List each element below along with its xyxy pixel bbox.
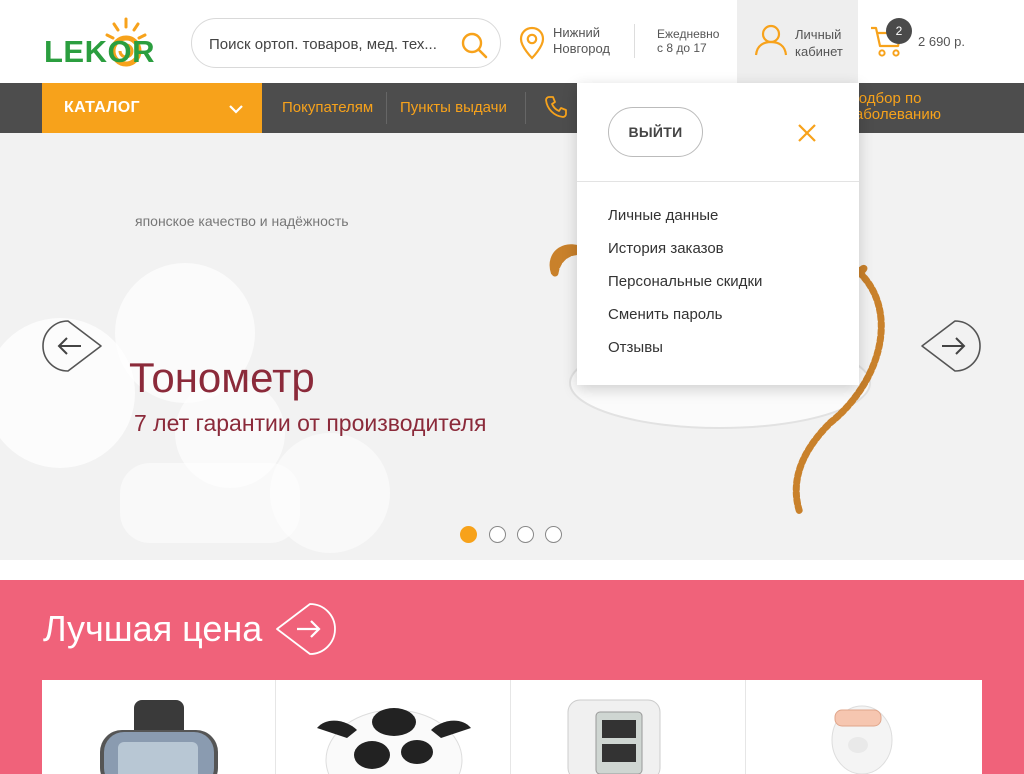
hero-slider: японское качество и надёжность Тонометр … [0,133,1024,560]
account-line-1: Личный [795,27,842,42]
product-card[interactable] [277,680,511,774]
slider-dot-2[interactable] [489,526,506,543]
product-image-massager [831,705,893,774]
nav-link-disease-selection[interactable]: Подбор по заболеванию [848,91,958,123]
catalog-label: КАТАЛОГ [64,99,140,116]
menu-item-change-password[interactable]: Сменить пароль [608,306,762,339]
close-icon[interactable] [795,121,819,145]
product-list [42,680,982,774]
selection-line-1: Подбор по [848,90,922,107]
slide-subtitle: 7 лет гарантии от производителя [134,410,487,436]
logo-text: LEKOR [44,34,155,69]
map-pin-icon [519,26,545,60]
city-line-2: Новгород [553,41,610,56]
search-input[interactable] [209,33,449,55]
arrow-right-icon[interactable] [920,319,982,373]
product-image-watch [100,700,218,774]
slider-dot-1[interactable] [460,526,477,543]
hours-line-1: Ежедневно [657,27,720,41]
product-image-cow-toy [317,708,471,774]
account-button[interactable]: Личный кабинет [737,0,858,83]
slide-title: Тонометр [129,354,315,401]
slide-background [0,133,1024,560]
menu-item-reviews[interactable]: Отзывы [608,339,762,372]
arrow-left-icon[interactable] [41,319,103,373]
working-hours: Ежедневно с 8 до 17 [657,27,737,55]
menu-item-personal-data[interactable]: Личные данные [608,207,762,240]
arrow-right-icon[interactable] [275,602,339,656]
nav-link-buyers[interactable]: Покупателям [282,99,373,116]
account-dropdown: ВЫЙТИ Личные данные История заказов Перс… [577,83,859,385]
cart-total: 2 690 р. [918,34,965,49]
chevron-down-icon [229,105,243,114]
menu-item-personal-discounts[interactable]: Персональные скидки [608,273,762,306]
product-card[interactable] [747,680,981,774]
account-menu: Личные данные История заказов Персональн… [608,207,762,372]
dropdown-divider [577,181,859,182]
phone-icon[interactable] [544,95,568,119]
nav-divider [386,92,387,124]
selection-line-2: заболеванию [848,106,941,123]
hours-line-2: с 8 до 17 [657,41,707,55]
logout-button[interactable]: ВЫЙТИ [608,107,703,157]
header-divider [634,24,635,58]
product-card[interactable] [42,680,276,774]
cart-count-badge: 2 [886,18,912,44]
cart-button[interactable]: 2 2 690 р. [870,18,1010,64]
main-nav: КАТАЛОГ Покупателям Пункты выдачи Подбор… [0,83,1024,133]
search-box [191,18,501,68]
slider-dot-3[interactable] [517,526,534,543]
best-price-section: Лучшая цена [0,580,1024,774]
account-line-2: кабинет [795,44,843,59]
account-label: Личный кабинет [795,26,857,60]
menu-item-order-history[interactable]: История заказов [608,240,762,273]
product-image-blood-pressure-monitor [567,699,661,774]
city-line-1: Нижний [553,25,601,40]
slider-dot-4[interactable] [545,526,562,543]
catalog-button[interactable]: КАТАЛОГ [42,83,262,133]
best-price-title: Лучшая цена [43,608,263,649]
user-icon [754,24,788,56]
nav-divider [525,92,526,124]
product-card[interactable] [512,680,746,774]
search-icon[interactable] [460,31,488,59]
nav-link-pickup-points[interactable]: Пункты выдачи [400,99,507,116]
slide-tagline: японское качество и надёжность [135,213,349,229]
logo[interactable]: LEKOR [44,15,166,67]
city-name: Нижний Новгород [553,25,633,57]
header: LEKOR Нижний Новгород Ежедневно с 8 до 1… [0,0,1024,83]
